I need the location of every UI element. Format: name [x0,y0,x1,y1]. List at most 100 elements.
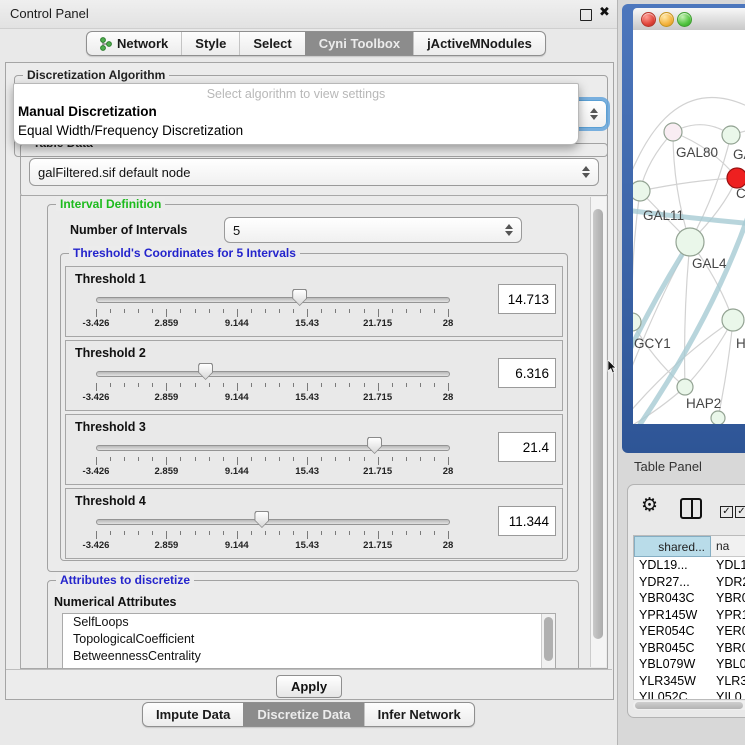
dropdown-item-manual-discretization[interactable]: Manual Discretization [14,102,578,121]
table-row[interactable]: YBR045CYBR0 [634,640,745,657]
table-horizontal-scrollbar[interactable] [633,701,745,710]
tab-impute-data[interactable]: Impute Data [143,703,243,726]
main-vertical-scrollbar[interactable] [590,197,606,667]
slider-track[interactable] [96,297,450,303]
slider-thumb[interactable] [198,363,213,380]
scrollbar-thumb[interactable] [593,209,603,639]
threshold-slider[interactable]: -3.4262.8599.14415.4321.71528 [96,443,448,477]
slider-tick [293,531,294,535]
network-node-gal11[interactable] [633,181,650,201]
scrollbar-thumb[interactable] [544,617,553,661]
close-traffic-light-icon[interactable] [641,12,656,27]
tab-select[interactable]: Select [239,32,304,55]
table-row[interactable]: YER054CYER0 [634,623,745,640]
threshold-slider[interactable]: -3.4262.8599.14415.4321.71528 [96,295,448,329]
network-canvas[interactable]: GAL80GACGAL11GAL4GCY1HHAP2 [633,30,745,424]
attribute-list-item[interactable]: SelfLoops [63,614,555,631]
slider-track[interactable] [96,371,450,377]
number-of-intervals-combobox[interactable]: 5 [224,217,522,243]
table-data-combobox[interactable]: galFiltered.sif default node [29,158,599,186]
threshold-value-field[interactable]: 14.713 [498,284,556,314]
network-edge[interactable] [633,242,690,390]
network-window-titlebar[interactable] [633,8,745,31]
scrollbar-thumb[interactable] [635,702,743,709]
tab-jactivemnodules[interactable]: jActiveMNodules [413,32,545,55]
tab-network[interactable]: Network [87,32,181,55]
tab-style[interactable]: Style [181,32,239,55]
column-header-name[interactable]: na [711,536,745,557]
attribute-list-item[interactable]: TopologicalCoefficient [63,631,555,648]
slider-tick [392,383,393,387]
column-header-shared-name[interactable]: shared... [634,536,711,557]
threshold-slider[interactable]: -3.4262.8599.14415.4321.71528 [96,369,448,403]
table-row[interactable]: YDL19...YDL1 [634,557,745,574]
cell-shared-name[interactable]: YIL052C [634,689,711,700]
slider-thumb[interactable] [292,289,307,306]
slider-tick-label: 9.144 [225,466,249,477]
network-node-top-right[interactable] [722,126,740,144]
slider-thumb[interactable] [254,511,269,528]
cell-name[interactable]: YBR0 [711,590,745,607]
slider-tick [209,531,210,535]
network-node-hap2[interactable] [677,379,693,395]
zoom-traffic-light-icon[interactable] [677,12,692,27]
table-row[interactable]: YBR043CYBR0 [634,590,745,607]
attribute-list-item[interactable]: BetweennessCentrality [63,648,555,665]
tab-cyni-toolbox[interactable]: Cyni Toolbox [305,32,413,55]
checkbox-checked-icon[interactable]: ✓ [720,506,733,518]
slider-tick [364,383,365,387]
gear-icon[interactable]: ⚙ [641,494,658,516]
cell-name[interactable]: YPR1 [711,607,745,624]
close-icon[interactable]: ✖ [599,5,610,20]
cell-shared-name[interactable]: YER054C [634,623,711,640]
threshold-value-field[interactable]: 21.4 [498,432,556,462]
columns-icon[interactable] [680,498,702,519]
cell-shared-name[interactable]: YBR045C [634,640,711,657]
table-row[interactable]: YPR145WYPR1 [634,607,745,624]
attributes-list-scrollbar[interactable] [541,614,555,669]
table-row[interactable]: YIL052CYIL0 [634,689,745,700]
table-row[interactable]: YDR27...YDR2 [634,574,745,591]
cell-name[interactable]: YLR3 [711,673,745,690]
table-row[interactable]: YLR345WYLR3 [634,673,745,690]
cell-shared-name[interactable]: YBL079W [634,656,711,673]
interval-definition-title: Interval Definition [56,197,165,211]
application-window: Control Panel ✖ Network Style Select Cyn… [0,0,745,745]
tab-infer-network[interactable]: Infer Network [364,703,474,726]
dropdown-item-equal-width-frequency[interactable]: Equal Width/Frequency Discretization [14,121,578,140]
table-row[interactable]: YBL079WYBL0 [634,656,745,673]
cell-shared-name[interactable]: YDL19... [634,557,711,574]
cell-shared-name[interactable]: YBR043C [634,590,711,607]
slider-tick [434,309,435,313]
network-node-bottom-small[interactable] [711,411,725,424]
cell-name[interactable]: YDL1 [711,557,745,574]
cell-name[interactable]: YER0 [711,623,745,640]
checkbox-checked-icon[interactable]: ✓ [735,506,745,518]
network-node-right-mid[interactable] [722,309,744,331]
cell-shared-name[interactable]: YLR345W [634,673,711,690]
cell-name[interactable]: YBL0 [711,656,745,673]
slider-tick [392,309,393,313]
cell-name[interactable]: YIL0 [711,689,745,700]
cell-name[interactable]: YDR2 [711,574,745,591]
cell-shared-name[interactable]: YDR27... [634,574,711,591]
network-node-gal4[interactable] [676,228,704,256]
network-node-gal80[interactable] [664,123,682,141]
slider-track[interactable] [96,445,450,451]
network-edge[interactable] [640,178,737,191]
cell-name[interactable]: YBR0 [711,640,745,657]
cell-shared-name[interactable]: YPR145W [634,607,711,624]
minimize-traffic-light-icon[interactable] [659,12,674,27]
threshold-slider[interactable]: -3.4262.8599.14415.4321.71528 [96,517,448,551]
network-view-window[interactable]: GAL80GACGAL11GAL4GCY1HHAP2 [622,4,745,453]
apply-button[interactable]: Apply [276,675,342,698]
slider-track[interactable] [96,519,450,525]
tab-discretize-data[interactable]: Discretize Data [243,703,363,726]
threshold-value-field[interactable]: 6.316 [498,358,556,388]
network-node-red-node[interactable] [727,168,745,188]
float-window-icon[interactable] [580,9,592,21]
network-edge[interactable] [685,242,690,387]
slider-thumb[interactable] [367,437,382,454]
threshold-value-field[interactable]: 11.344 [498,506,556,536]
numerical-attributes-list[interactable]: SelfLoopsTopologicalCoefficientBetweenne… [62,613,556,669]
